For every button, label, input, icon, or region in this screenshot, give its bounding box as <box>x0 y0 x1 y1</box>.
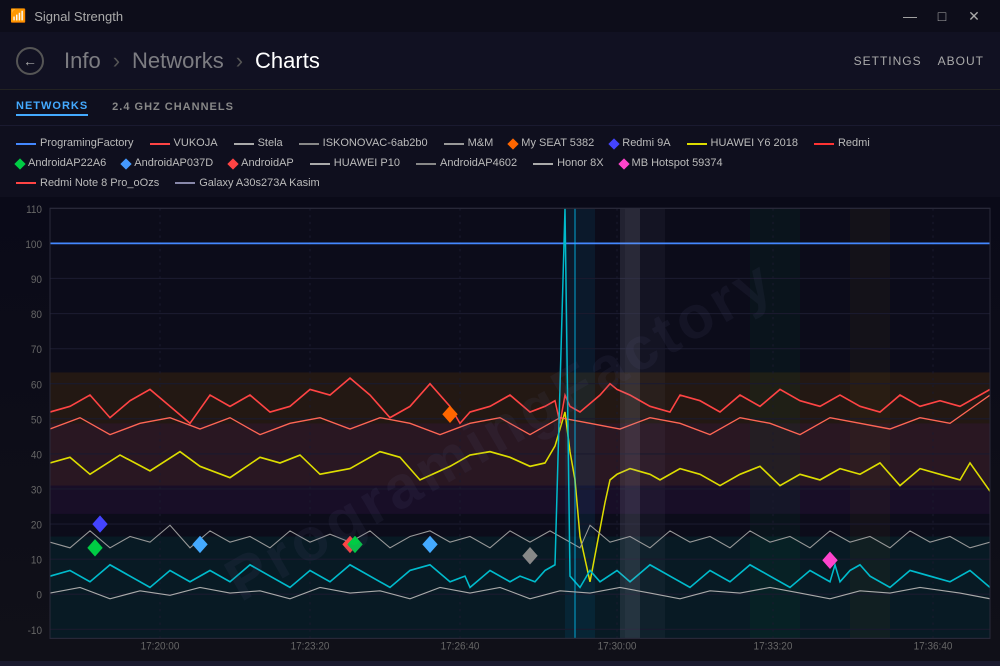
legend-label: MB Hotspot 59374 <box>632 154 723 174</box>
nav-charts[interactable]: Charts <box>247 48 328 74</box>
legend-label: AndroidAP4602 <box>440 154 517 174</box>
titlebar: 📶 Signal Strength — □ ✕ <box>0 0 1000 32</box>
legend-item: ProgramingFactory <box>16 134 134 154</box>
nav-networks[interactable]: Networks <box>124 48 232 74</box>
svg-text:17:36:40: 17:36:40 <box>914 641 953 654</box>
legend-item: HUAWEI Y6 2018 <box>687 134 798 154</box>
legend-line-icon <box>416 163 436 165</box>
legend-item: MB Hotspot 59374 <box>620 154 723 174</box>
header-nav: ← Info › Networks › Charts SETTINGS ABOU… <box>0 32 1000 90</box>
legend-label: Redmi Note 8 Pro_oOzs <box>40 174 159 194</box>
legend-line-icon <box>687 143 707 145</box>
legend-label: Redmi <box>838 134 870 154</box>
legend-item: Redmi 9A <box>610 134 670 154</box>
legend-line-icon <box>175 182 195 184</box>
legend-line-icon <box>234 143 254 145</box>
legend-item: Galaxy A30s273A Kasim <box>175 174 319 194</box>
legend-item: Redmi <box>814 134 870 154</box>
legend-line-icon <box>150 143 170 145</box>
legend-label: Stela <box>258 134 283 154</box>
window-controls: — □ ✕ <box>894 5 990 27</box>
legend-diamond-icon <box>609 138 620 149</box>
svg-text:100: 100 <box>25 239 42 252</box>
signal-chart: 110 100 90 80 70 60 50 40 30 20 10 0 -10… <box>0 197 1000 661</box>
legend-line-icon <box>16 143 36 145</box>
nav-sep-1: › <box>113 48 120 74</box>
svg-text:80: 80 <box>31 309 42 322</box>
legend-label: Redmi 9A <box>622 134 670 154</box>
titlebar-left: 📶 Signal Strength <box>10 8 123 24</box>
legend-diamond-icon <box>508 138 519 149</box>
legend-item: AndroidAP <box>229 154 294 174</box>
subtabs: NETWORKS 2.4 GHZ CHANNELS <box>0 90 1000 126</box>
legend-label: Galaxy A30s273A Kasim <box>199 174 319 194</box>
legend-item: Redmi Note 8 Pro_oOzs <box>16 174 159 194</box>
legend-line-icon <box>310 163 330 165</box>
legend-diamond-icon <box>121 158 132 169</box>
svg-text:0: 0 <box>36 590 42 603</box>
legend-item: VUKOJA <box>150 134 218 154</box>
legend: ProgramingFactory VUKOJA Stela ISKONOVAC-6a… <box>0 126 1000 197</box>
legend-label: AndroidAP037D <box>134 154 213 174</box>
legend-label: Honor 8X <box>557 154 603 174</box>
back-button[interactable]: ← <box>16 47 44 75</box>
nav-info[interactable]: Info <box>56 48 109 74</box>
legend-label: AndroidAP <box>241 154 294 174</box>
legend-item: My SEAT 5382 <box>509 134 594 154</box>
svg-text:50: 50 <box>31 414 42 427</box>
legend-diamond-icon <box>228 158 239 169</box>
legend-diamond-icon <box>14 158 25 169</box>
legend-item: Stela <box>234 134 283 154</box>
tab-channels[interactable]: 2.4 GHZ CHANNELS <box>112 101 234 115</box>
legend-item: ISKONOVAC-6ab2b0 <box>299 134 428 154</box>
legend-label: HUAWEI Y6 2018 <box>711 134 798 154</box>
legend-label: My SEAT 5382 <box>521 134 594 154</box>
legend-item: Honor 8X <box>533 154 603 174</box>
legend-label: HUAWEI P10 <box>334 154 400 174</box>
svg-text:110: 110 <box>26 204 42 217</box>
svg-text:10: 10 <box>31 555 42 568</box>
legend-diamond-icon <box>618 158 629 169</box>
header-right: SETTINGS ABOUT <box>854 54 984 68</box>
svg-text:17:23:20: 17:23:20 <box>291 641 330 654</box>
svg-text:17:33:20: 17:33:20 <box>754 641 793 654</box>
nav-sep-2: › <box>236 48 243 74</box>
svg-text:17:30:00: 17:30:00 <box>598 641 637 654</box>
legend-label: VUKOJA <box>174 134 218 154</box>
svg-text:20: 20 <box>31 519 42 532</box>
minimize-button[interactable]: — <box>894 5 926 27</box>
svg-text:17:26:40: 17:26:40 <box>441 641 480 654</box>
svg-text:90: 90 <box>31 274 42 287</box>
legend-line-icon <box>533 163 553 165</box>
app-title: Signal Strength <box>34 9 123 24</box>
legend-item: AndroidAP22A6 <box>16 154 106 174</box>
legend-item: M&M <box>444 134 494 154</box>
legend-item: AndroidAP037D <box>122 154 213 174</box>
legend-label: M&M <box>468 134 494 154</box>
tab-networks[interactable]: NETWORKS <box>16 100 88 116</box>
close-button[interactable]: ✕ <box>958 5 990 27</box>
legend-line-icon <box>16 182 36 184</box>
svg-text:60: 60 <box>31 379 42 392</box>
legend-label: ProgramingFactory <box>40 134 134 154</box>
legend-item: AndroidAP4602 <box>416 154 517 174</box>
svg-text:40: 40 <box>31 449 42 462</box>
legend-line-icon <box>444 143 464 145</box>
settings-link[interactable]: SETTINGS <box>854 54 922 68</box>
legend-label: AndroidAP22A6 <box>28 154 106 174</box>
maximize-button[interactable]: □ <box>926 5 958 27</box>
legend-item: HUAWEI P10 <box>310 154 400 174</box>
chart-container: ProgramingFactory <box>0 197 1000 661</box>
svg-text:17:20:00: 17:20:00 <box>141 641 180 654</box>
legend-line-icon <box>299 143 319 145</box>
svg-text:30: 30 <box>31 484 42 497</box>
legend-label: ISKONOVAC-6ab2b0 <box>323 134 428 154</box>
about-link[interactable]: ABOUT <box>938 54 984 68</box>
svg-text:-10: -10 <box>28 625 42 638</box>
legend-line-icon <box>814 143 834 145</box>
svg-text:70: 70 <box>31 344 42 357</box>
app-icon: 📶 <box>10 8 26 24</box>
